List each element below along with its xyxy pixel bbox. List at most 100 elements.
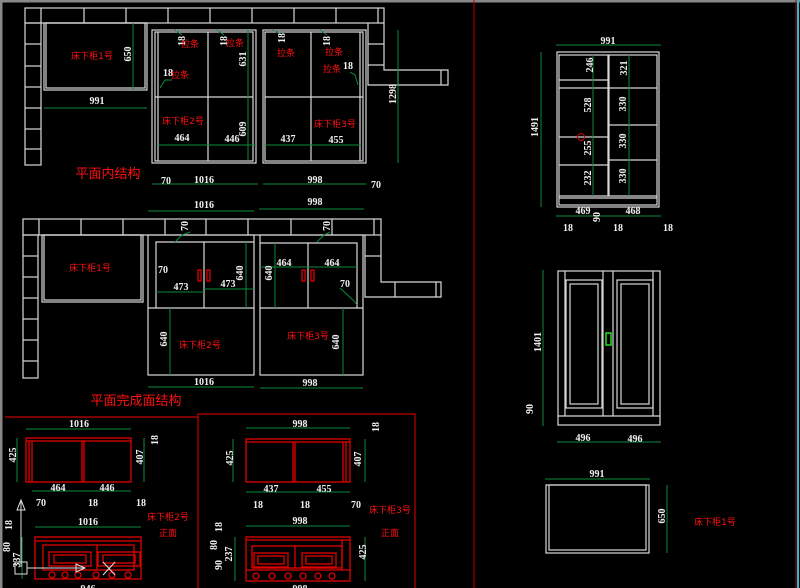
plan-inner-structure — [24, 7, 449, 185]
dimension-label: 1401 — [533, 332, 544, 352]
title-plan-inner: 平面内结构 — [75, 166, 140, 182]
dimension-label: 407 — [353, 452, 364, 467]
dimension-label: 991 — [590, 469, 605, 480]
dimension-label: 609 — [238, 122, 249, 137]
dimension-lines-finished — [148, 208, 364, 389]
dimension-label: 998 — [303, 378, 318, 389]
dimension-label: 330 — [618, 169, 629, 184]
dimension-label: 18 — [88, 498, 98, 509]
dimension-label: 18 — [343, 61, 353, 72]
dimension-label: 650 — [123, 47, 134, 62]
dimension-label: 446 — [225, 134, 240, 145]
label-front-view: 正面 — [381, 528, 399, 539]
dimension-label: 640 — [159, 332, 170, 347]
dimension-label: 473 — [221, 279, 236, 290]
cabinet-2-plan — [151, 29, 257, 164]
label-cabinet-3: 床下柜3号 — [369, 504, 411, 516]
dimension-label: 998 — [293, 419, 308, 430]
dimension-label: 1016 — [69, 419, 89, 430]
dimension-label: 90 — [592, 212, 603, 222]
dimension-label: 640 — [235, 266, 246, 281]
dimension-label: 425 — [225, 451, 236, 466]
dimension-label: 70 — [371, 180, 381, 191]
dimension-label: 337 — [12, 553, 23, 568]
dimension-label: 437 — [264, 484, 279, 495]
dimension-label: 464 — [277, 258, 292, 269]
dimension-label: 18 — [322, 36, 333, 46]
dimension-label: 1016 — [194, 377, 214, 388]
dimension-label: 650 — [657, 509, 668, 524]
dimension-label: 90 — [525, 404, 536, 414]
dimension-label: 998 — [308, 175, 323, 186]
cad-drawing[interactable]: 65099118 1818631609464 44618 1818437 4551298… — [0, 0, 800, 588]
dimension-label: 70 — [180, 221, 191, 231]
dimension-label: 473 — [174, 282, 189, 293]
dimension-label: 991 — [601, 36, 616, 47]
dimension-label: 496 — [628, 434, 643, 445]
dimension-label: 496 — [576, 433, 591, 444]
label-cabinet-2: 床下柜2号 — [162, 115, 204, 127]
dimension-label: 998 — [293, 584, 308, 588]
wardrobe-interior-elevation — [540, 44, 661, 217]
dimension-label: 640 — [264, 266, 275, 281]
dimension-label: 330 — [618, 134, 629, 149]
label-pull-strip: 拉条 — [323, 63, 341, 75]
dimension-label: 18 — [563, 223, 573, 234]
dimension-label: 255 — [583, 141, 594, 156]
dimension-label: 237 — [224, 547, 235, 562]
dimension-label: 18 — [214, 522, 225, 532]
label-front-view: 正面 — [159, 528, 177, 539]
dimension-label: 464 — [51, 483, 66, 494]
cabinet-2-elevations — [14, 428, 145, 580]
dimension-label: 407 — [135, 450, 146, 465]
dimension-label: 464 — [325, 258, 340, 269]
dimension-label: 18 — [136, 498, 146, 509]
dimension-label: 80 — [209, 540, 220, 550]
title-plan-finished: 平面完成面结构 — [90, 394, 181, 409]
label-cabinet-2: 床下柜2号 — [179, 339, 221, 351]
dimension-label: 455 — [329, 135, 344, 146]
dimension-label: 321 — [619, 61, 630, 76]
dimension-label: 455 — [317, 484, 332, 495]
dimension-label: 70 — [36, 498, 46, 509]
cad-canvas[interactable]: 650 991 18 18 18 631 609 464 446 18 18 18 437 455 1298… — [0, 0, 800, 588]
dimension-label: 18 — [300, 500, 310, 511]
label-cabinet-3: 床下柜3号 — [287, 330, 329, 342]
dimension-label: 18 — [253, 500, 263, 511]
dimension-label: 1016 — [78, 517, 98, 528]
dimension-label: 18 — [663, 223, 673, 234]
dimension-label: 425 — [8, 448, 19, 463]
label-pull-strip: 拉条 — [325, 46, 343, 58]
dimension-label: 90 — [214, 560, 225, 570]
label-pull-strip: 拉条 — [171, 69, 189, 81]
label-cabinet-1: 床下柜1号 — [71, 50, 113, 62]
dimension-label: 18 — [277, 33, 288, 43]
label-cabinet-1: 床下柜1号 — [694, 516, 736, 528]
dimension-label: 425 — [358, 545, 369, 560]
dimension-label: 991 — [90, 96, 105, 107]
plan-finished-structure — [22, 208, 442, 389]
dimension-label: 998 — [293, 516, 308, 527]
dimension-label: 946 — [81, 584, 96, 588]
dimension-label: 70 — [158, 265, 168, 276]
dimension-label: 631 — [238, 52, 249, 67]
dimension-label: 998 — [308, 197, 323, 208]
dimension-label: 70 — [161, 176, 171, 187]
dimension-label: 70 — [351, 500, 361, 511]
door-handle-icon — [605, 332, 612, 346]
dimension-label: 18 — [150, 435, 161, 445]
dimension-label: 80 — [2, 542, 13, 552]
dimension-label: 468 — [626, 206, 641, 217]
label-cabinet-2: 床下柜2号 — [147, 511, 189, 523]
dimension-label: 437 — [281, 134, 296, 145]
wall-outline-finished — [22, 218, 442, 379]
dimension-label: 446 — [100, 483, 115, 494]
dimension-label: 1491 — [530, 117, 541, 137]
dimension-label: 18 — [371, 422, 382, 432]
label-pull-strip: 拉条 — [181, 38, 199, 50]
dimension-label: 18 — [4, 520, 15, 530]
dimension-label: 330 — [618, 97, 629, 112]
dimension-label: 464 — [175, 133, 190, 144]
door-handles — [197, 269, 315, 282]
cabinet-2-finished — [147, 234, 255, 376]
